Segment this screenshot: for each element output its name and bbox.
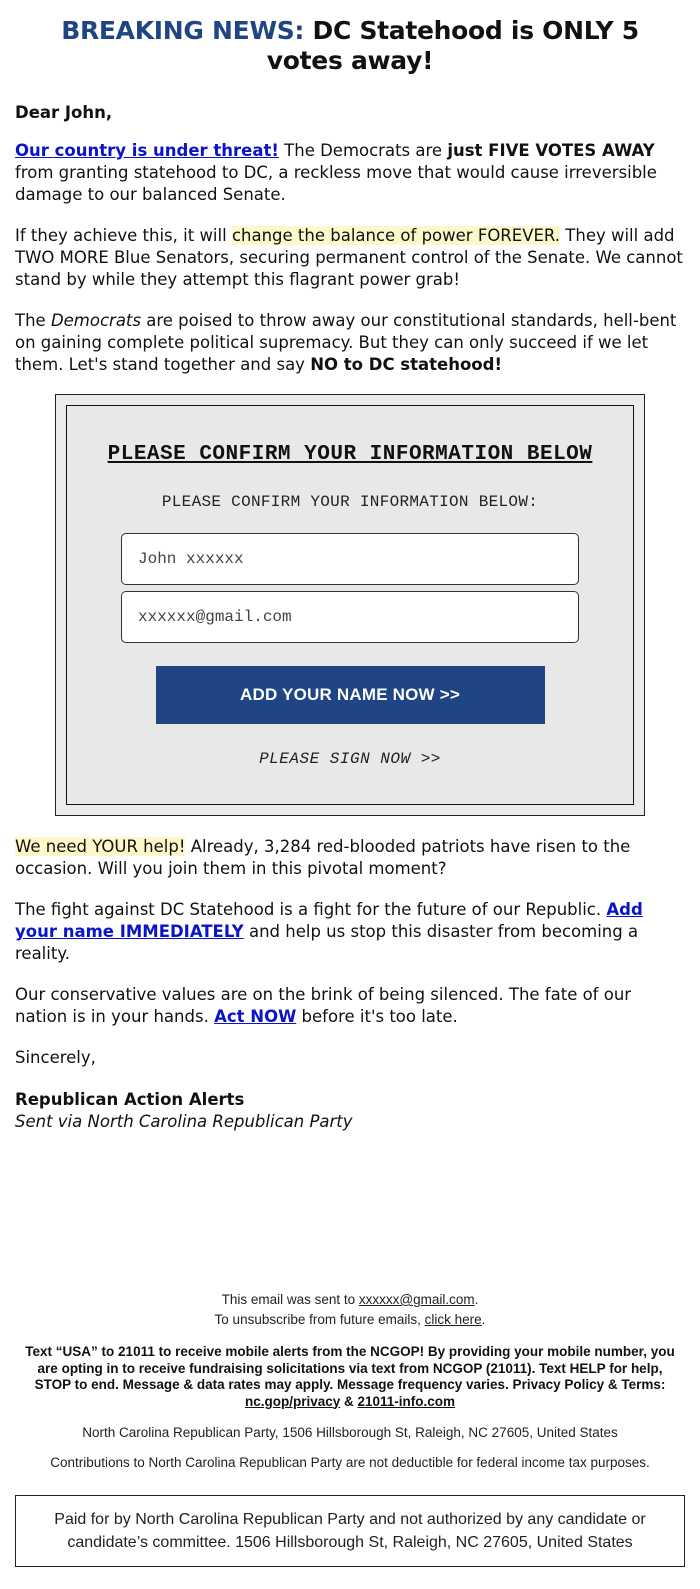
paragraph-threat: Our country is under threat! The Democra… (15, 140, 685, 206)
text: before it's too late. (296, 1007, 458, 1026)
italic-text: Democrats (50, 311, 141, 330)
privacy-link[interactable]: nc.gop/privacy (245, 1394, 340, 1409)
threat-link[interactable]: Our country is under threat! (15, 141, 279, 160)
text: This email was sent to (221, 1292, 359, 1307)
signup-form-container: PLEASE CONFIRM YOUR INFORMATION BELOW PL… (55, 394, 645, 816)
paid-for-disclaimer: Paid for by North Carolina Republican Pa… (15, 1495, 685, 1567)
text: from granting statehood to DC, a reckles… (15, 163, 657, 204)
greeting: Dear John, (15, 103, 113, 122)
recipient-email-link[interactable]: xxxxxx@gmail.com (359, 1292, 475, 1307)
form-subtitle: PLEASE CONFIRM YOUR INFORMATION BELOW: (161, 493, 539, 511)
unsubscribe-line: To unsubscribe from future emails, click… (0, 1310, 700, 1330)
add-your-name-button[interactable]: ADD YOUR NAME NOW >> (155, 666, 545, 724)
highlighted-text: We need YOUR help! (15, 837, 186, 856)
info-link[interactable]: 21011-info.com (358, 1394, 456, 1409)
closing: Sincerely, (15, 1048, 96, 1067)
text: . (474, 1292, 479, 1307)
text: To unsubscribe from future emails, (214, 1312, 425, 1327)
paragraph-fight: The fight against DC Statehood is a figh… (15, 899, 685, 965)
paragraph-democrats: The Democrats are poised to throw away o… (15, 310, 685, 376)
text: The (15, 311, 51, 330)
sms-disclaimer: Text “USA” to 21011 to receive mobile al… (25, 1344, 675, 1410)
text: & (340, 1393, 358, 1409)
text: . (481, 1312, 486, 1327)
text: The fight against DC Statehood is a figh… (15, 900, 607, 919)
text: The Democrats are (278, 141, 448, 160)
postal-address: North Carolina Republican Party, 1506 Hi… (82, 1425, 618, 1440)
unsubscribe-link[interactable]: click here (425, 1312, 482, 1327)
email-input[interactable] (121, 591, 579, 643)
text: Text “USA” to 21011 to receive mobile al… (25, 1344, 675, 1392)
act-now-link[interactable]: Act NOW (214, 1007, 296, 1026)
paragraph-balance: If they achieve this, it will change the… (15, 225, 685, 291)
signup-form: PLEASE CONFIRM YOUR INFORMATION BELOW PL… (66, 405, 634, 805)
highlighted-text: change the balance of power FOREVER. (231, 226, 561, 245)
paragraph-help: We need YOUR help! Already, 3,284 red-bl… (15, 836, 685, 880)
email-body: BREAKING NEWS: DC Statehood is ONLY 5 vo… (0, 16, 700, 1133)
headline: BREAKING NEWS: DC Statehood is ONLY 5 vo… (35, 16, 665, 76)
paragraph-values: Our conservative values are on the brink… (15, 984, 685, 1028)
email-footer: This email was sent to xxxxxx@gmail.com.… (0, 1290, 700, 1567)
name-input[interactable] (121, 533, 579, 585)
headline-lead: BREAKING NEWS: (61, 16, 305, 45)
bold-text: NO to DC statehood! (310, 355, 502, 374)
text: If they achieve this, it will (15, 226, 232, 245)
headline-text: DC Statehood is ONLY 5 votes away! (266, 16, 639, 75)
bold-text: just FIVE VOTES AWAY (447, 141, 655, 160)
sent-to-line: This email was sent to xxxxxx@gmail.com. (0, 1290, 700, 1310)
form-title: PLEASE CONFIRM YOUR INFORMATION BELOW (107, 443, 593, 466)
sign-now-text: PLEASE SIGN NOW >> (259, 750, 441, 768)
sent-via: Sent via North Carolina Republican Party (15, 1112, 353, 1131)
sender-name: Republican Action Alerts (15, 1090, 245, 1109)
tax-note: Contributions to North Carolina Republic… (50, 1455, 650, 1470)
